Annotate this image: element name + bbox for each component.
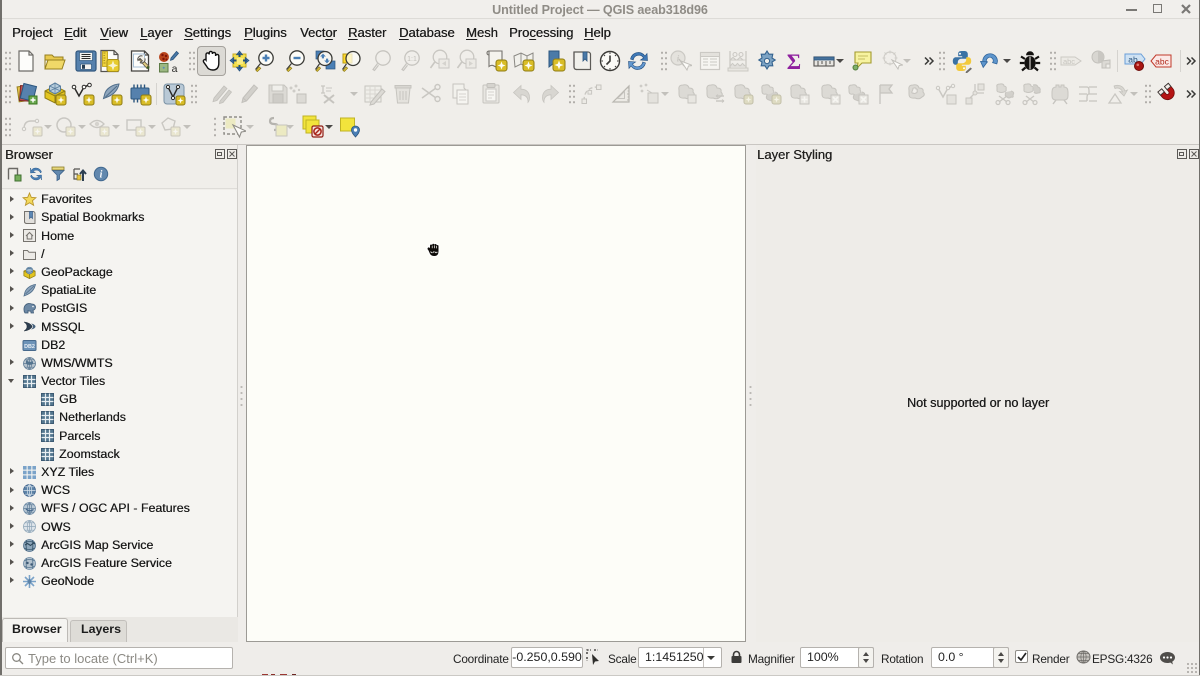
svg-text:a: a: [172, 63, 178, 73]
svg-text:DB2: DB2: [24, 344, 35, 350]
svg-text:i: i: [100, 170, 103, 181]
svg-text:abc: abc: [1063, 57, 1075, 66]
svg-text:1:1: 1:1: [407, 56, 417, 63]
svg-text:Σ: Σ: [787, 49, 801, 73]
svg-text:abc: abc: [1155, 57, 1169, 67]
